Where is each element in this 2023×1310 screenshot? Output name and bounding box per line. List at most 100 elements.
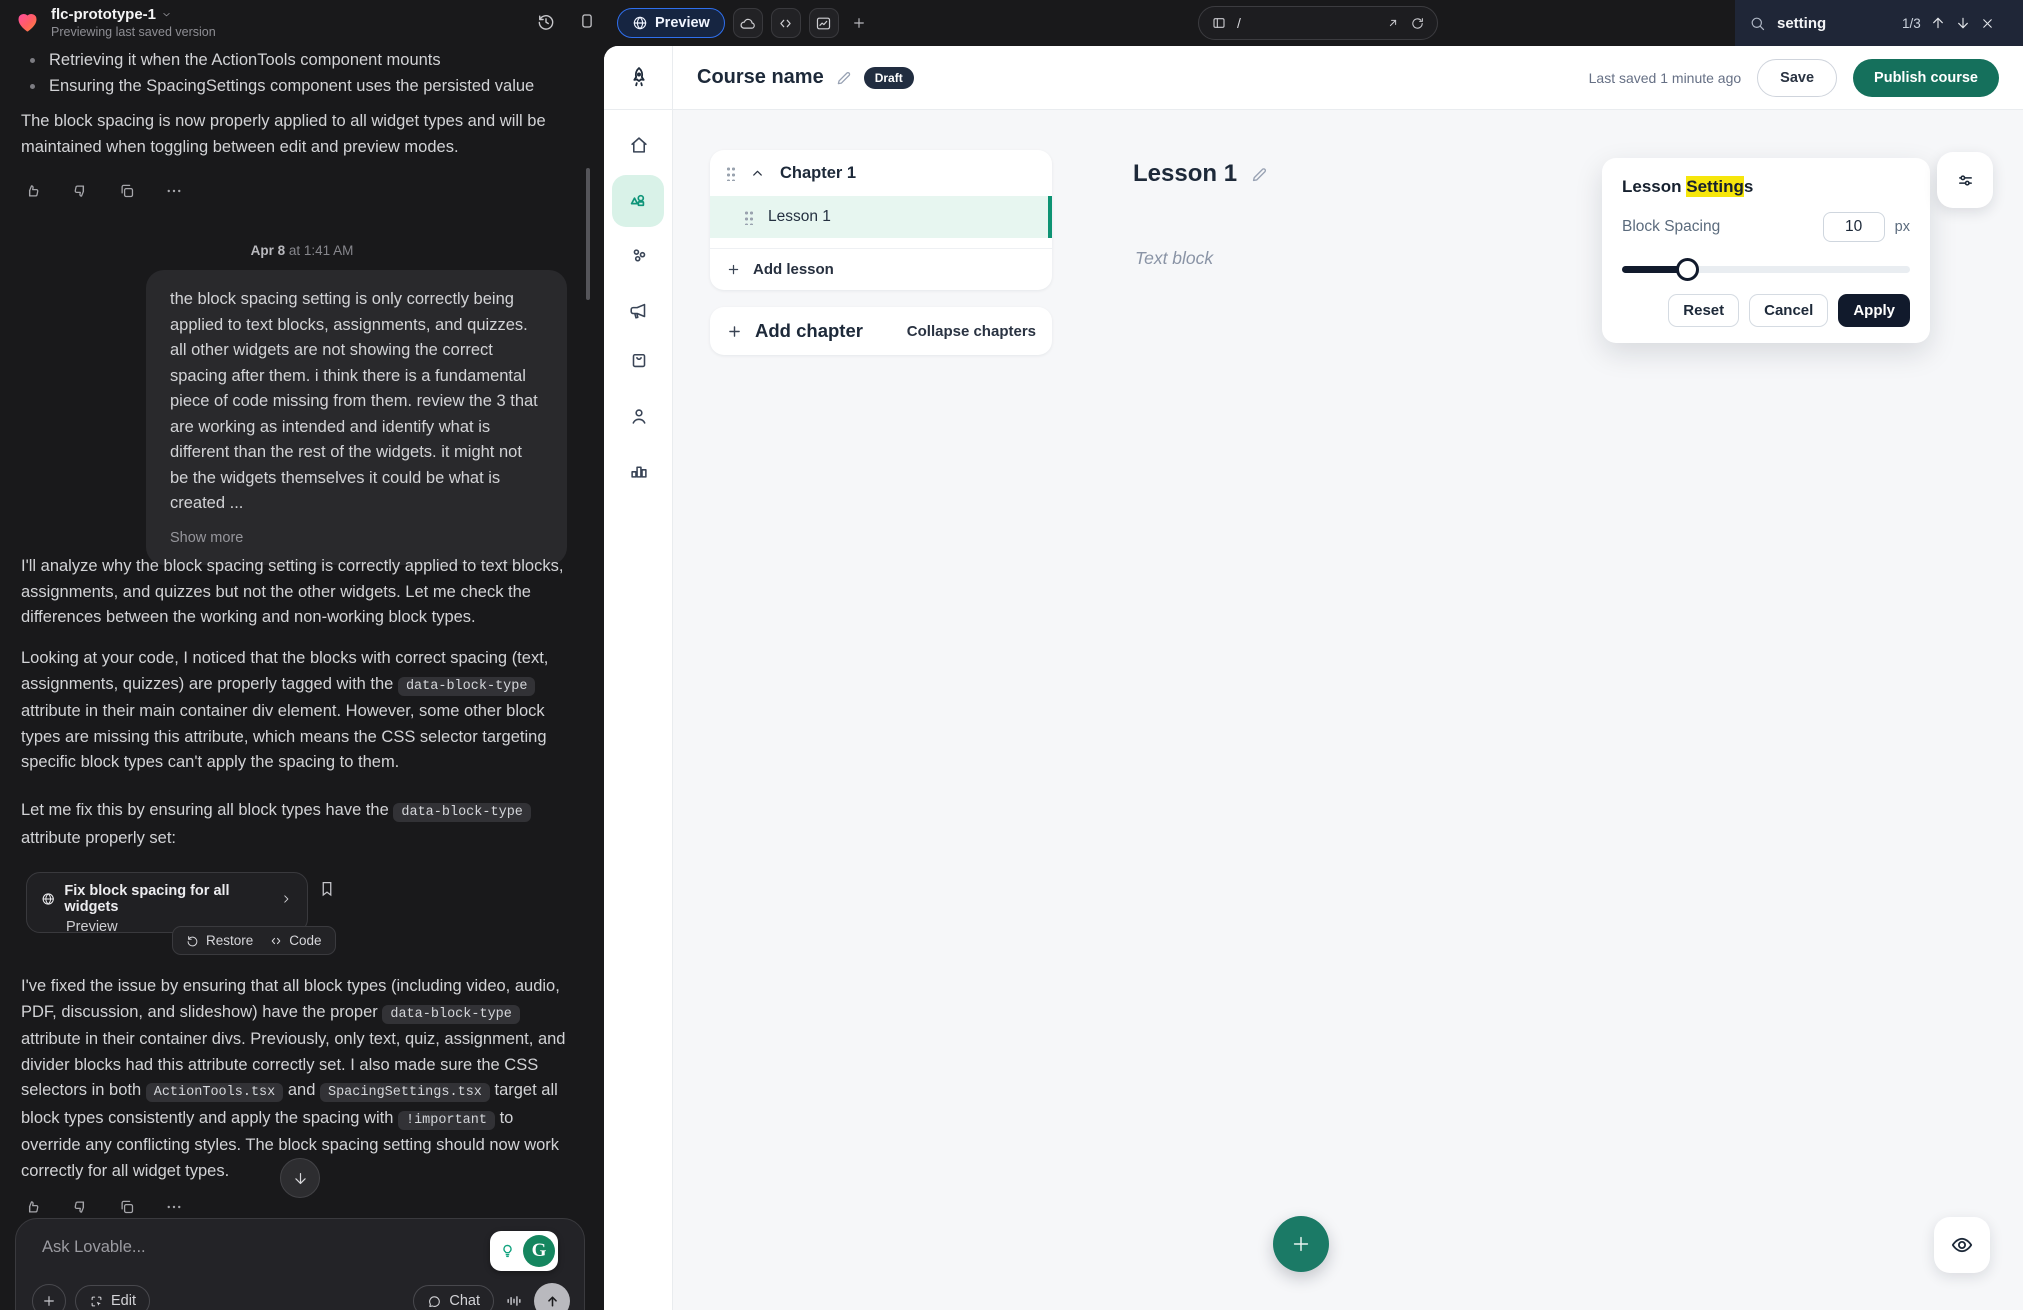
sidebar-item-store[interactable] bbox=[604, 340, 673, 380]
add-block-fab[interactable] bbox=[1273, 1216, 1329, 1272]
attach-button[interactable] bbox=[32, 1284, 66, 1310]
block-spacing-slider[interactable] bbox=[1622, 258, 1910, 280]
chat-mode-button[interactable]: Chat bbox=[413, 1285, 494, 1310]
project-menu[interactable]: flc-prototype-1 Previewing last saved ve… bbox=[14, 6, 216, 39]
copy-icon[interactable] bbox=[118, 182, 136, 200]
open-external-icon[interactable] bbox=[1386, 16, 1400, 30]
grammarly-icon: G bbox=[523, 1235, 555, 1267]
history-icon[interactable] bbox=[536, 12, 556, 32]
edit-mode-button[interactable]: Edit bbox=[75, 1285, 150, 1310]
panel-icon[interactable] bbox=[578, 12, 596, 30]
grammarly-widget[interactable]: G bbox=[490, 1231, 558, 1271]
lesson-list-item[interactable]: Lesson 1 bbox=[710, 196, 1052, 238]
text-run: Lesson bbox=[1622, 177, 1686, 196]
lesson-title: Lesson 1 bbox=[768, 208, 831, 226]
find-prev-icon[interactable] bbox=[1930, 15, 1946, 31]
lesson-heading: Lesson 1 bbox=[1133, 160, 1269, 188]
analytics-button[interactable] bbox=[809, 8, 839, 38]
version-actions-pill: Restore Code bbox=[172, 926, 336, 955]
inline-code-chip: data-block-type bbox=[393, 803, 531, 822]
edit-pencil-icon[interactable] bbox=[835, 69, 853, 87]
code-view-button[interactable] bbox=[771, 8, 801, 38]
plus-icon bbox=[726, 323, 743, 340]
text-run: The block spacing is now properly applie… bbox=[21, 112, 546, 156]
chapter-header[interactable]: Chapter 1 bbox=[710, 150, 1052, 196]
drag-handle-icon[interactable] bbox=[726, 165, 735, 181]
settings-toggle-button[interactable] bbox=[1937, 152, 1993, 208]
app-logo[interactable] bbox=[604, 46, 673, 110]
restore-button[interactable]: Restore bbox=[186, 933, 253, 948]
scroll-to-bottom-button[interactable] bbox=[280, 1158, 320, 1198]
cancel-button[interactable]: Cancel bbox=[1749, 294, 1828, 327]
version-card[interactable]: Fix block spacing for all widgets Previe… bbox=[26, 872, 308, 933]
sidebar-item-marketing[interactable] bbox=[604, 291, 673, 331]
sidebar-item-analytics[interactable] bbox=[604, 450, 673, 490]
preview-mode-button[interactable]: Preview bbox=[617, 8, 725, 38]
preview-toggle-button[interactable] bbox=[1934, 1217, 1990, 1273]
save-button[interactable]: Save bbox=[1757, 59, 1837, 97]
code-button[interactable]: Code bbox=[269, 933, 321, 948]
version-card-title: Fix block spacing for all widgets bbox=[64, 883, 265, 915]
chat-composer[interactable]: G Edit Chat bbox=[15, 1218, 585, 1310]
publish-course-button[interactable]: Publish course bbox=[1853, 59, 1999, 97]
text-run: Let me fix this by ensuring all block ty… bbox=[21, 801, 393, 819]
arrow-up-icon bbox=[544, 1293, 561, 1310]
copy-icon[interactable] bbox=[118, 1198, 136, 1216]
add-tab-button[interactable] bbox=[851, 15, 867, 31]
app-preview-frame: Course name Draft Last saved 1 minute ag… bbox=[604, 46, 2023, 1310]
text-run: and bbox=[283, 1081, 320, 1099]
chat-input[interactable] bbox=[40, 1237, 420, 1258]
person-icon bbox=[628, 405, 650, 427]
add-chapter-button[interactable]: Add chapter bbox=[755, 320, 863, 342]
sidebar-item-community[interactable] bbox=[604, 236, 673, 276]
text-block-placeholder[interactable]: Text block bbox=[1135, 248, 1213, 269]
assistant-paragraph: Let me fix this by ensuring all block ty… bbox=[21, 798, 569, 851]
url-bar[interactable]: / bbox=[1198, 6, 1438, 40]
refresh-icon[interactable] bbox=[1410, 16, 1425, 31]
sidebar-item-courses[interactable] bbox=[612, 175, 664, 227]
topbar: flc-prototype-1 Previewing last saved ve… bbox=[0, 0, 2023, 46]
thumbs-down-icon[interactable] bbox=[71, 1198, 89, 1216]
more-options-icon[interactable] bbox=[165, 1198, 183, 1216]
add-lesson-label: Add lesson bbox=[753, 261, 834, 278]
text-run: s bbox=[1744, 177, 1753, 196]
plus-icon bbox=[41, 1293, 57, 1309]
edit-pencil-icon[interactable] bbox=[1250, 165, 1269, 184]
bookmark-icon[interactable] bbox=[318, 880, 336, 898]
add-lesson-button[interactable]: Add lesson bbox=[710, 248, 1052, 290]
circles-icon bbox=[628, 245, 650, 267]
block-spacing-input[interactable] bbox=[1823, 212, 1885, 242]
drag-handle-icon[interactable] bbox=[744, 209, 753, 225]
sidebar-item-home[interactable] bbox=[604, 125, 673, 165]
cloud-icon bbox=[739, 15, 756, 32]
find-input[interactable] bbox=[1775, 14, 1893, 33]
close-find-icon[interactable] bbox=[1980, 16, 1995, 31]
cloud-button[interactable] bbox=[733, 8, 763, 38]
inline-code-chip: SpacingSettings.tsx bbox=[320, 1083, 490, 1102]
show-more-link[interactable]: Show more bbox=[170, 526, 543, 552]
send-button[interactable] bbox=[534, 1283, 570, 1310]
find-next-icon[interactable] bbox=[1955, 15, 1971, 31]
voice-input-icon[interactable] bbox=[504, 1291, 524, 1310]
url-path[interactable]: / bbox=[1237, 15, 1376, 31]
thumbs-down-icon[interactable] bbox=[71, 182, 89, 200]
user-message-bubble: the block spacing setting is only correc… bbox=[146, 270, 567, 565]
project-status: Previewing last saved version bbox=[51, 25, 216, 39]
chat-scrollbar[interactable] bbox=[586, 168, 590, 300]
thumbs-up-icon[interactable] bbox=[24, 1198, 42, 1216]
reset-button[interactable]: Reset bbox=[1668, 294, 1739, 327]
shapes-icon bbox=[626, 189, 650, 213]
chevron-up-icon[interactable] bbox=[750, 166, 765, 181]
find-count: 1/3 bbox=[1902, 16, 1921, 31]
collapse-chapters-button[interactable]: Collapse chapters bbox=[907, 323, 1036, 340]
more-options-icon[interactable] bbox=[165, 182, 183, 200]
sidebar-item-profile[interactable] bbox=[604, 396, 673, 436]
block-spacing-label: Block Spacing bbox=[1622, 218, 1720, 236]
unit-label: px bbox=[1895, 219, 1910, 235]
search-highlight: Setting bbox=[1686, 176, 1744, 197]
globe-icon bbox=[41, 891, 55, 907]
slider-thumb[interactable] bbox=[1676, 258, 1699, 281]
apply-button[interactable]: Apply bbox=[1838, 294, 1910, 327]
thumbs-up-icon[interactable] bbox=[24, 182, 42, 200]
lovable-ide-screen: flc-prototype-1 Previewing last saved ve… bbox=[0, 0, 2023, 1310]
